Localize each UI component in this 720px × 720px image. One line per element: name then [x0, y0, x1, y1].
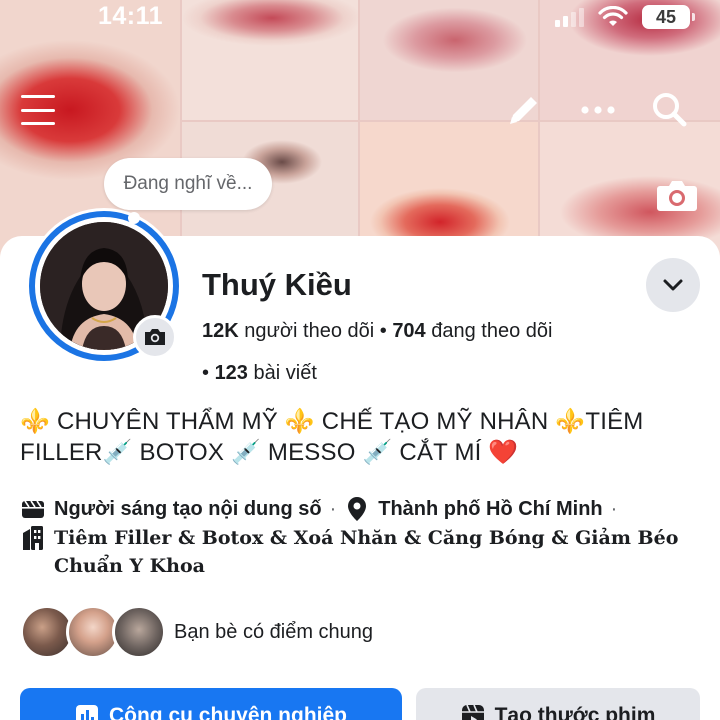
- followers-label[interactable]: người theo dõi: [244, 320, 374, 342]
- chevron-down-icon: [663, 279, 683, 291]
- professional-tools-label: Công cụ chuyên nghiệp: [108, 704, 347, 720]
- reel-icon: [461, 704, 484, 720]
- following-label[interactable]: đang theo dõi: [431, 320, 552, 342]
- thought-bubble[interactable]: Đang nghĩ về...: [104, 158, 272, 210]
- category-row: Tiêm Filler & Botox & Xoá Nhăn & Căng Bó…: [20, 524, 710, 580]
- bio-line: FILLER💉 BOTOX 💉 MESSO 💉 CẮT MÍ ❤️: [20, 439, 519, 466]
- details-row: Người sáng tạo nội dung số · Thành phố H…: [20, 494, 710, 524]
- page-category: Tiêm Filler & Botox & Xoá Nhăn & Căng Bó…: [54, 527, 679, 577]
- more-icon: [581, 106, 615, 114]
- stats-separator: •: [202, 362, 215, 384]
- wifi-icon: [598, 6, 628, 26]
- edit-button[interactable]: [502, 88, 546, 132]
- status-time: 14:11: [98, 2, 164, 30]
- creator-label: Người sáng tạo nội dung số: [54, 498, 322, 520]
- cover-tile-lips-2: [182, 0, 358, 120]
- cellular-signal-icon: [555, 7, 584, 27]
- bar-chart-icon: [75, 705, 98, 720]
- profile-bio: ⚜️ CHUYÊN THẨM MỸ ⚜️ CHẾ TẠO MỸ NHÂN ⚜️T…: [20, 406, 700, 468]
- clapperboard-icon: [20, 496, 46, 522]
- battery-icon: 45: [642, 5, 695, 29]
- mutual-friends-label: Bạn bè có điểm chung: [174, 620, 374, 643]
- profile-name: Thuý Kiều: [202, 267, 352, 302]
- bio-line: ⚜️ CHUYÊN THẨM MỸ ⚜️ CHẾ TẠO MỸ NHÂN ⚜️T…: [20, 408, 644, 435]
- thought-bubble-tail: [128, 212, 140, 224]
- post-stats: • 123 bài viết: [202, 362, 317, 385]
- location-label[interactable]: Thành phố Hồ Chí Minh: [378, 494, 602, 524]
- more-button[interactable]: [576, 88, 620, 132]
- edit-cover-button[interactable]: [654, 172, 700, 218]
- details-separator: ·: [329, 498, 337, 520]
- details-separator: ·: [610, 498, 618, 520]
- posts-count: 123: [214, 362, 248, 384]
- professional-tools-button[interactable]: Công cụ chuyên nghiệp: [20, 688, 402, 720]
- pencil-icon: [510, 97, 537, 124]
- menu-icon: [21, 95, 55, 125]
- follow-stats: 12K người theo dõi • 704 đang theo dõi: [202, 320, 552, 343]
- camera-icon: [657, 181, 697, 211]
- following-count[interactable]: 704: [392, 320, 425, 342]
- create-reel-button[interactable]: Tạo thước phim: [416, 688, 700, 720]
- search-icon: [653, 93, 687, 127]
- status-indicators: 45: [555, 4, 695, 30]
- menu-button[interactable]: [16, 88, 60, 132]
- building-icon: [20, 525, 46, 551]
- profile-details: Người sáng tạo nội dung số · Thành phố H…: [20, 494, 710, 580]
- location-pin-icon: [344, 496, 370, 522]
- profile-options-button[interactable]: [646, 258, 700, 312]
- followers-count[interactable]: 12K: [202, 320, 239, 342]
- search-button[interactable]: [648, 88, 692, 132]
- stats-separator: •: [379, 320, 393, 342]
- posts-label: bài viết: [253, 362, 317, 384]
- camera-icon: [145, 329, 165, 345]
- mutual-friends[interactable]: Bạn bè có điểm chung: [20, 602, 373, 662]
- create-reel-label: Tạo thước phim: [494, 704, 656, 720]
- mutual-friend-avatar: [112, 605, 166, 659]
- update-photo-button[interactable]: [133, 315, 177, 359]
